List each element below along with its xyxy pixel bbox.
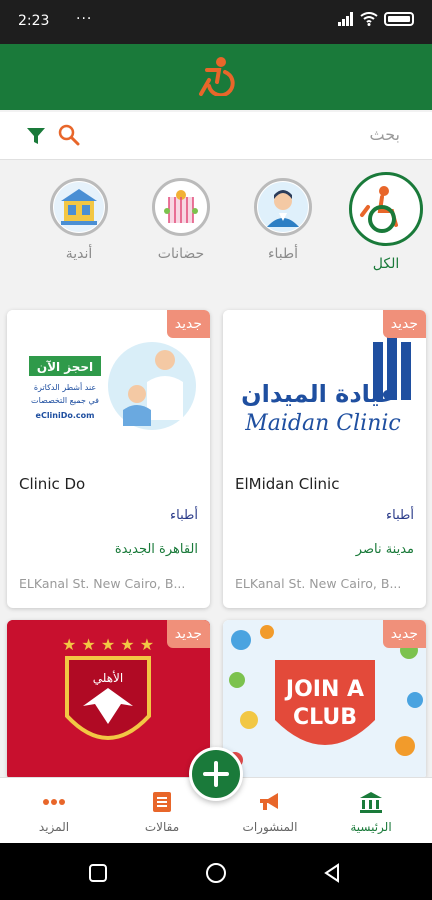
clinic-logo-english: Maidan Clinic: [244, 411, 400, 436]
category-clubs-label: أندية: [65, 246, 93, 262]
clinic-logo-arabic: عيادة الميدان: [241, 380, 397, 408]
crest-text: الأهلي: [93, 670, 123, 685]
system-navigation-bar: [0, 843, 432, 900]
listing-card[interactable]: عيادة الميدان Maidan Clinic جديد ElMidan…: [223, 310, 426, 608]
category-nurseries[interactable]: حضانات: [136, 178, 226, 262]
nursery-icon: [152, 178, 210, 236]
back-triangle-icon[interactable]: [322, 863, 342, 883]
filter-icon[interactable]: [26, 126, 46, 146]
card-category: أطباء: [386, 508, 414, 523]
home-bank-icon: [360, 792, 382, 813]
battery-icon: [384, 12, 414, 26]
category-clubs[interactable]: أندية: [34, 178, 124, 262]
category-doctors-label: أطباء: [267, 246, 299, 262]
poster-text-1: JOIN A: [284, 677, 364, 702]
category-doctors[interactable]: أطباء: [238, 178, 328, 262]
listing-card[interactable]: JOIN A CLUB جديد: [223, 620, 426, 780]
notification-dots: ···: [76, 11, 93, 27]
signal-icon: [338, 12, 353, 26]
category-nurseries-label: حضانات: [157, 246, 205, 262]
nav-more-label: المزيد: [38, 820, 70, 834]
category-all[interactable]: الكل: [341, 172, 431, 272]
app-logo-icon: [199, 57, 235, 96]
nav-home[interactable]: الرئيسية: [326, 790, 416, 834]
promo-title: احجز الآن: [37, 360, 93, 374]
card-title: Clinic Do: [19, 475, 86, 493]
more-dots-icon: [43, 799, 65, 805]
card-category: أطباء: [170, 508, 198, 523]
new-badge: جديد: [382, 620, 426, 648]
category-list: الكل أطباء حضانات أندية: [0, 170, 432, 300]
nav-home-label: الرئيسية: [350, 820, 392, 834]
wifi-signal-icon: [360, 12, 378, 26]
recent-apps-icon[interactable]: [88, 863, 108, 883]
doctor-icon: [254, 178, 312, 236]
category-all-label: الكل: [372, 256, 400, 272]
nav-articles[interactable]: مقالات: [117, 790, 207, 834]
card-address: ELKanal St. New Cairo, B...: [19, 576, 186, 591]
search-placeholder[interactable]: بحث: [370, 125, 401, 144]
listing-card[interactable]: ★ ★ ★ ★ ★ الأهلي جديد: [7, 620, 210, 780]
search-bar[interactable]: بحث: [0, 112, 432, 160]
crest-stars-icon: ★ ★ ★ ★ ★: [62, 635, 154, 654]
listing-card[interactable]: احجز الآن عند أشطر الدكاترة في جميع التخ…: [7, 310, 210, 608]
nav-posts[interactable]: المنشورات: [225, 790, 315, 834]
plus-icon: [203, 761, 229, 787]
promo-line-2: في جميع التخصصات: [31, 396, 99, 405]
search-icon[interactable]: [58, 124, 80, 146]
new-badge: جديد: [166, 310, 210, 338]
card-address: ELKanal St. New Cairo, B...: [235, 576, 402, 591]
home-circle-icon[interactable]: [205, 862, 227, 884]
status-bar: 2:23 ···: [0, 0, 432, 44]
nav-more[interactable]: المزيد: [9, 790, 99, 834]
promo-site: eCliniDo.com: [36, 411, 95, 420]
card-title: ElMidan Clinic: [235, 475, 340, 493]
promo-line-1: عند أشطر الدكاترة: [34, 382, 96, 392]
card-city: مدينة ناصر: [355, 542, 414, 557]
add-button[interactable]: [189, 747, 243, 801]
wheelchair-icon: [349, 172, 423, 246]
nav-articles-label: مقالات: [144, 820, 180, 834]
status-time: 2:23: [18, 13, 50, 29]
club-icon: [50, 178, 108, 236]
card-city: القاهرة الجديدة: [114, 542, 198, 557]
app-bar: [0, 44, 432, 110]
article-icon: [153, 792, 171, 812]
poster-text-2: CLUB: [293, 705, 357, 730]
status-icons: [338, 12, 414, 26]
megaphone-icon: [260, 793, 278, 810]
new-badge: جديد: [382, 310, 426, 338]
nav-posts-label: المنشورات: [242, 820, 298, 834]
new-badge: جديد: [166, 620, 210, 648]
